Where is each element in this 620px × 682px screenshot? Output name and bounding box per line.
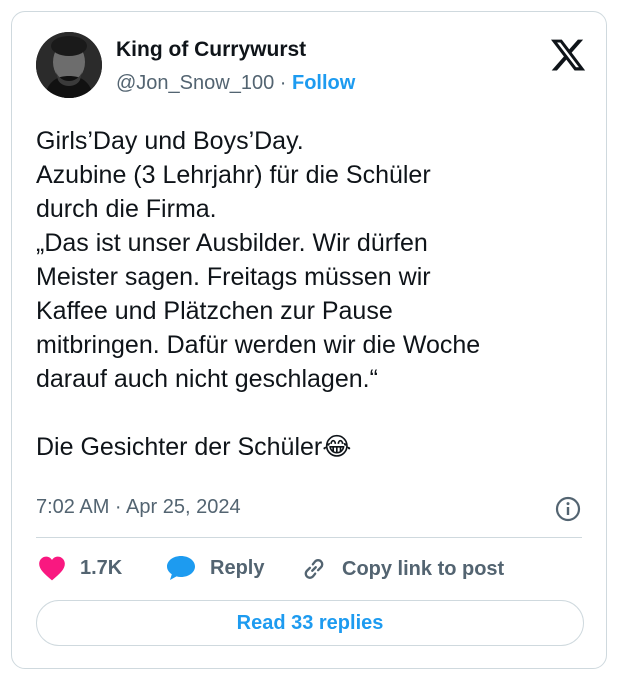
divider <box>36 537 582 538</box>
avatar[interactable] <box>36 32 102 98</box>
follow-button[interactable]: Follow <box>292 72 355 94</box>
like-button[interactable]: 1.7K <box>38 555 122 581</box>
copy-link-label: Copy link to post <box>342 557 505 580</box>
read-replies-button[interactable]: Read 33 replies <box>36 600 584 646</box>
timestamp[interactable]: 7:02 AM · Apr 25, 2024 <box>36 496 241 519</box>
reply-button[interactable]: Reply <box>166 555 264 581</box>
handle-row: @Jon_Snow_100 · Follow <box>116 72 355 95</box>
info-icon[interactable] <box>554 495 582 523</box>
tweet-card: King of Currywurst @Jon_Snow_100 · Follo… <box>11 11 607 669</box>
copy-link-button[interactable]: Copy link to post <box>300 555 504 583</box>
link-icon <box>304 559 324 579</box>
separator: · <box>279 72 287 94</box>
reply-label: Reply <box>210 556 265 579</box>
x-logo-icon[interactable] <box>549 36 587 74</box>
like-count: 1.7K <box>80 556 123 579</box>
heart-icon <box>39 556 65 581</box>
author-name[interactable]: King of Currywurst <box>116 38 306 62</box>
author-handle[interactable]: @Jon_Snow_100 <box>116 72 274 94</box>
tweet-text: Girls’Day und Boys’Day. Azubine (3 Lehrj… <box>36 127 481 461</box>
speech-bubble-icon <box>167 556 195 580</box>
